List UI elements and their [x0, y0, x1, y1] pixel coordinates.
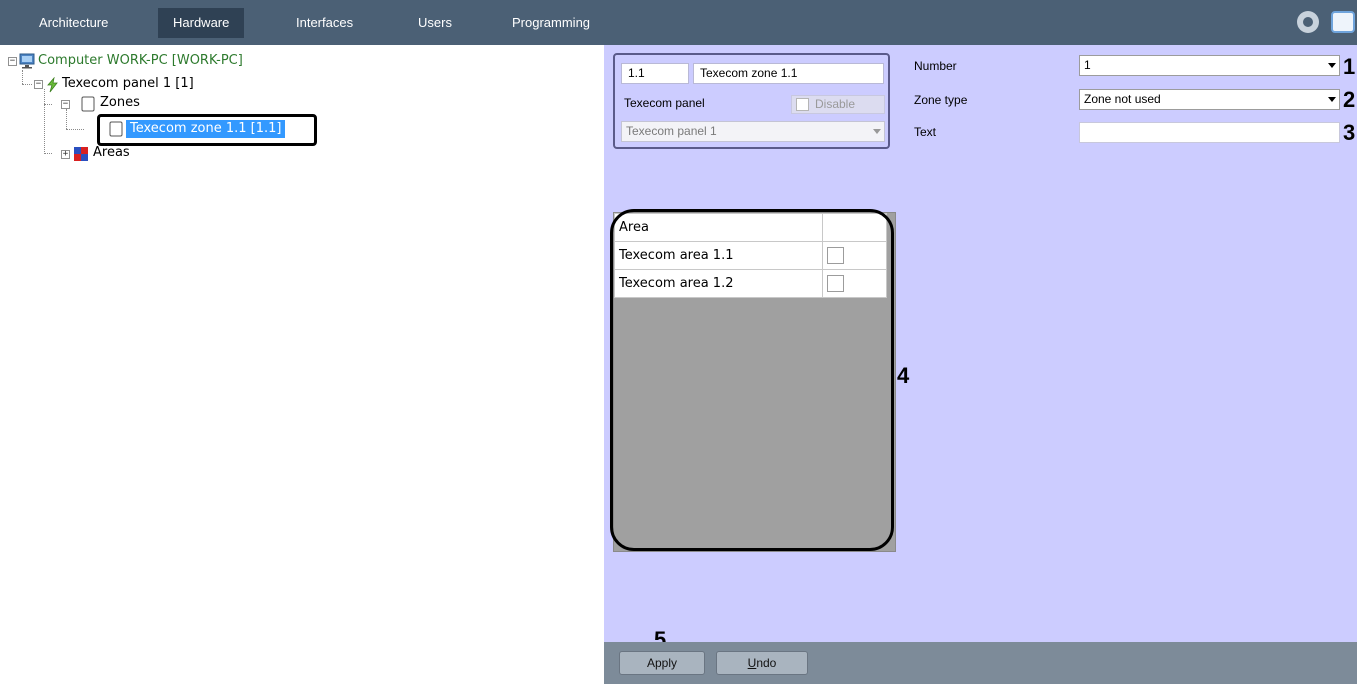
tree-node-zones[interactable]: Zones: [100, 94, 140, 112]
zone-type-label: Zone type: [914, 93, 968, 107]
disable-checkbox[interactable]: [796, 98, 809, 111]
object-name-field[interactable]: Texecom zone 1.1: [693, 63, 884, 84]
tab-programming[interactable]: Programming: [497, 8, 605, 38]
disable-checkbox-area[interactable]: Disable: [791, 95, 885, 114]
chevron-down-icon: [873, 129, 881, 134]
tab-hardware[interactable]: Hardware: [158, 8, 245, 38]
number-select-value: 1: [1084, 58, 1091, 72]
callout-4: 4: [897, 363, 910, 388]
tab-users[interactable]: Users: [403, 8, 467, 38]
panel-icon: [47, 77, 58, 93]
zone-type-select-value: Zone not used: [1084, 92, 1161, 106]
undo-button[interactable]: Undo: [716, 651, 808, 675]
number-select[interactable]: 1: [1079, 55, 1340, 76]
tree-node-panel[interactable]: Texecom panel 1 [1]: [62, 75, 194, 93]
top-toolbar: Architecture Hardware Interfaces Users P…: [0, 0, 1357, 45]
callout-2: 2: [1343, 87, 1356, 112]
collapse-panel-toggle[interactable]: −: [34, 80, 43, 89]
gear-icon[interactable]: [1297, 11, 1319, 33]
highlight-frame: [610, 209, 894, 551]
areas-icon: [74, 147, 88, 161]
zone-icon: [81, 96, 95, 112]
parent-label: Texecom panel: [624, 96, 705, 110]
text-label: Text: [914, 125, 937, 139]
tab-interfaces[interactable]: Interfaces: [281, 8, 368, 38]
apply-button[interactable]: Apply: [619, 651, 705, 675]
undo-accelerator: U: [747, 656, 757, 670]
tree-node-computer[interactable]: Computer WORK-PC [WORK-PC]: [38, 52, 243, 70]
bottom-button-bar: Apply Undo: [604, 642, 1357, 684]
number-label: Number: [914, 59, 957, 73]
zone-type-select[interactable]: Zone not used: [1079, 89, 1340, 110]
window-toggle-button[interactable]: [1331, 11, 1355, 33]
zone-icon: [109, 121, 123, 137]
expand-areas-toggle[interactable]: +: [61, 150, 70, 159]
tab-architecture[interactable]: Architecture: [24, 8, 123, 38]
hardware-tree: − Computer WORK-PC [WORK-PC] − Texecom p…: [0, 45, 604, 684]
settings-panel: 1.1 Texecom zone 1.1 Texecom panel Disab…: [604, 45, 1357, 652]
parent-select[interactable]: Texecom panel 1: [621, 121, 885, 142]
monitor-icon: [19, 53, 35, 69]
parent-select-value: Texecom panel 1: [626, 124, 717, 138]
tree-node-zone-selected[interactable]: Texecom zone 1.1 [1.1]: [126, 120, 286, 138]
undo-label: ndo: [756, 656, 777, 670]
callout-1: 1: [1343, 54, 1356, 79]
text-input[interactable]: [1079, 122, 1340, 143]
collapse-computer-toggle[interactable]: −: [8, 57, 17, 66]
collapse-zones-toggle[interactable]: −: [61, 100, 70, 109]
object-header-group: 1.1 Texecom zone 1.1 Texecom panel Disab…: [613, 53, 890, 149]
tree-node-areas[interactable]: Areas: [93, 144, 130, 162]
chevron-down-icon: [1328, 97, 1336, 102]
chevron-down-icon: [1328, 63, 1336, 68]
callout-3: 3: [1343, 120, 1356, 145]
object-id-field[interactable]: 1.1: [621, 63, 689, 84]
disable-label: Disable: [815, 97, 856, 111]
